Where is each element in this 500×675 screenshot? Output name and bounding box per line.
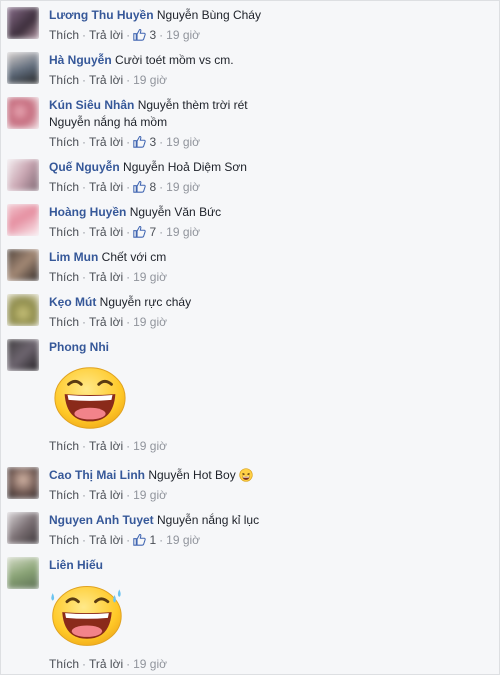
- comment-actions: Thích · Trả lời · 19 giờ: [49, 488, 167, 502]
- like-count[interactable]: 1: [133, 533, 156, 547]
- commenter-name[interactable]: Nguyen Anh Tuyet: [49, 513, 154, 527]
- avatar[interactable]: [7, 557, 39, 589]
- commenter-name[interactable]: Kún Siêu Nhân: [49, 98, 134, 112]
- comment-actions: Thích · Trả lời · 19 giờ: [49, 270, 167, 284]
- reply-link[interactable]: Trả lời: [89, 225, 123, 239]
- commenter-name[interactable]: Hoàng Huyền: [49, 205, 126, 219]
- like-link[interactable]: Thích: [49, 270, 79, 284]
- commenter-name[interactable]: Liên Hiếu: [49, 558, 103, 572]
- timestamp[interactable]: 19 giờ: [133, 270, 167, 284]
- thumbs-up-icon: [133, 225, 146, 238]
- comment-list: Lương Thu Huyền Nguyễn Bùng Cháy Thích · T…: [0, 0, 500, 675]
- reply-link[interactable]: Trả lời: [89, 533, 123, 547]
- like-link[interactable]: Thích: [49, 657, 79, 671]
- avatar[interactable]: [7, 159, 39, 191]
- avatar[interactable]: [7, 7, 39, 39]
- commenter-name[interactable]: Hà Nguyễn: [49, 53, 112, 67]
- comment-actions: Thích · Trả lời · 19 giờ: [49, 73, 167, 87]
- timestamp[interactable]: 19 giờ: [133, 439, 167, 453]
- avatar[interactable]: [7, 97, 39, 129]
- timestamp[interactable]: 19 giờ: [166, 225, 200, 239]
- comment-actions: Thích · Trả lời · 7 · 19 giờ: [49, 225, 201, 239]
- grinning-sticker-icon[interactable]: [51, 362, 129, 432]
- comment-text: Nguyễn Bùng Cháy: [156, 8, 261, 22]
- avatar[interactable]: [7, 294, 39, 326]
- comment-text-line-2: Nguyễn nắng há mồm: [49, 115, 168, 129]
- laughing-emoji-icon: [239, 468, 253, 482]
- reply-link[interactable]: Trả lời: [89, 488, 123, 502]
- thumbs-up-icon: [133, 533, 146, 546]
- comment-actions: Thích · Trả lời · 1 · 19 giờ: [49, 533, 201, 547]
- comment-text: Nguyễn Hoả Diệm Sơn: [123, 160, 247, 174]
- comment-actions: Thích · Trả lời · 19 giờ: [49, 657, 167, 671]
- commenter-name[interactable]: Cao Thị Mai Linh: [49, 468, 145, 482]
- like-link[interactable]: Thích: [49, 533, 79, 547]
- comment-text: Nguyễn thèm trời rét: [137, 98, 248, 112]
- tears-of-joy-sticker-icon[interactable]: [47, 580, 125, 650]
- comment-actions: Thích · Trả lời · 19 giờ: [49, 439, 167, 453]
- reply-link[interactable]: Trả lời: [89, 439, 123, 453]
- reply-link[interactable]: Trả lời: [89, 315, 123, 329]
- reply-link[interactable]: Trả lời: [89, 270, 123, 284]
- commenter-name[interactable]: Lương Thu Huyền: [49, 8, 154, 22]
- timestamp[interactable]: 19 giờ: [133, 488, 167, 502]
- timestamp[interactable]: 19 giờ: [166, 533, 200, 547]
- like-link[interactable]: Thích: [49, 73, 79, 87]
- avatar[interactable]: [7, 204, 39, 236]
- avatar[interactable]: [7, 339, 39, 371]
- avatar[interactable]: [7, 512, 39, 544]
- comment-text: Nguyễn nắng kỉ lục: [157, 513, 260, 527]
- timestamp[interactable]: 19 giờ: [133, 657, 167, 671]
- like-count[interactable]: 8: [133, 180, 156, 194]
- comment-text: Nguyễn Văn Bức: [129, 205, 222, 219]
- thumbs-up-icon: [133, 28, 146, 41]
- timestamp[interactable]: 19 giờ: [133, 73, 167, 87]
- comment-text: Nguyễn rực cháy: [99, 295, 192, 309]
- like-link[interactable]: Thích: [49, 28, 79, 42]
- reply-link[interactable]: Trả lời: [89, 180, 123, 194]
- commenter-name[interactable]: Phong Nhi: [49, 340, 109, 354]
- like-count[interactable]: 7: [133, 225, 156, 239]
- comment-text: Chết với cm: [101, 250, 167, 264]
- avatar[interactable]: [7, 52, 39, 84]
- avatar[interactable]: [7, 467, 39, 499]
- like-count[interactable]: 3: [133, 135, 156, 149]
- comment-actions: Thích · Trả lời · 19 giờ: [49, 315, 167, 329]
- reply-link[interactable]: Trả lời: [89, 73, 123, 87]
- comment-text: Cười toét mồm vs cm.: [115, 53, 234, 67]
- timestamp[interactable]: 19 giờ: [166, 135, 200, 149]
- like-link[interactable]: Thích: [49, 225, 79, 239]
- like-link[interactable]: Thích: [49, 180, 79, 194]
- like-count[interactable]: 3: [133, 28, 156, 42]
- like-link[interactable]: Thích: [49, 439, 79, 453]
- reply-link[interactable]: Trả lời: [89, 135, 123, 149]
- reply-link[interactable]: Trả lời: [89, 657, 123, 671]
- like-link[interactable]: Thích: [49, 135, 79, 149]
- comment-actions: Thích · Trả lời · 3 · 19 giờ: [49, 135, 201, 149]
- commenter-name[interactable]: Kẹo Mút: [49, 295, 96, 309]
- comment-actions: Thích · Trả lời · 3 · 19 giờ: [49, 28, 201, 42]
- commenter-name[interactable]: Quế Nguyễn: [49, 160, 120, 174]
- comment-actions: Thích · Trả lời · 8 · 19 giờ: [49, 180, 201, 194]
- like-link[interactable]: Thích: [49, 488, 79, 502]
- commenter-name[interactable]: Lim Mun: [49, 250, 98, 264]
- thumbs-up-icon: [133, 135, 146, 148]
- avatar[interactable]: [7, 249, 39, 281]
- comment-text: Nguyễn Hot Boy: [148, 468, 236, 482]
- thumbs-up-icon: [133, 180, 146, 193]
- timestamp[interactable]: 19 giờ: [166, 180, 200, 194]
- like-link[interactable]: Thích: [49, 315, 79, 329]
- reply-link[interactable]: Trả lời: [89, 28, 123, 42]
- timestamp[interactable]: 19 giờ: [166, 28, 200, 42]
- timestamp[interactable]: 19 giờ: [133, 315, 167, 329]
